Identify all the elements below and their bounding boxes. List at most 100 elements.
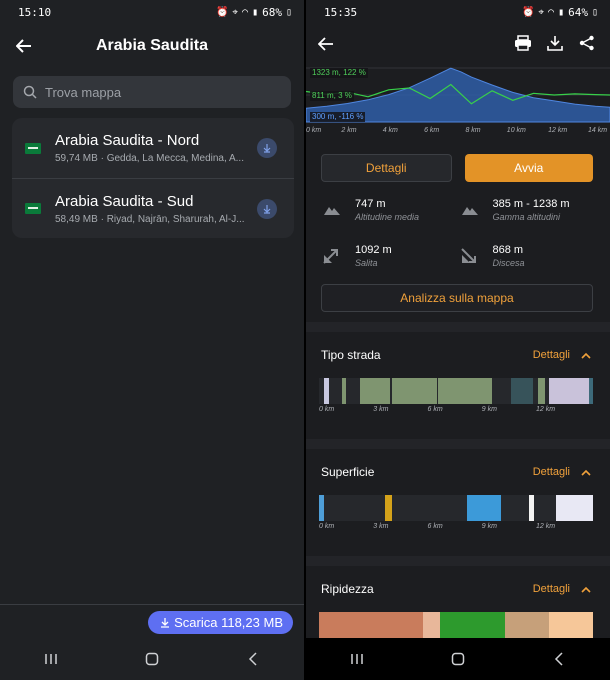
details-button[interactable]: Dettagli: [321, 154, 452, 182]
road-type-bar[interactable]: [319, 378, 593, 404]
share-icon: [579, 35, 594, 51]
chevron-up-icon[interactable]: [580, 466, 592, 478]
bar-segment: [549, 378, 589, 404]
download-gpx-button[interactable]: [544, 32, 566, 54]
battery-icon: ▯: [285, 6, 292, 18]
chevron-up-icon[interactable]: [580, 583, 592, 595]
download-button[interactable]: [257, 138, 277, 158]
descent-icon: [459, 245, 481, 267]
recent-apps-button[interactable]: [337, 644, 377, 674]
download-icon: [547, 36, 563, 51]
bar-tick-label: 12 km: [536, 406, 556, 413]
bar-segment: [466, 495, 502, 521]
section-details-link[interactable]: Dettagli: [533, 466, 570, 478]
chevron-up-icon[interactable]: [580, 349, 592, 361]
start-button[interactable]: Avvia: [464, 154, 593, 182]
home-button[interactable]: [438, 644, 478, 674]
mountain-icon: [321, 199, 343, 221]
search-box[interactable]: [13, 76, 291, 108]
printer-icon: [515, 35, 531, 51]
bar-tick-label: 3 km: [373, 523, 389, 530]
back-nav-button[interactable]: [233, 644, 273, 674]
steepness-bar[interactable]: [319, 612, 593, 638]
x-tick-label: 6 km: [424, 127, 440, 134]
download-all-button[interactable]: Scarica 118,23 MB: [148, 611, 293, 634]
section-details-link[interactable]: Dettagli: [533, 349, 570, 361]
surface-bar[interactable]: [319, 495, 593, 521]
x-tick-label: 12 km: [548, 127, 568, 134]
ascent-icon: [321, 245, 343, 267]
x-tick-label: 4 km: [382, 127, 398, 134]
download-icon: [161, 618, 170, 628]
recent-apps-button[interactable]: [31, 644, 71, 674]
status-time: 15:35: [324, 5, 358, 19]
wifi-icon: ◠: [548, 6, 555, 18]
wifi-icon: ◠: [242, 6, 249, 18]
y-label-min: 300 m, -116 %: [310, 112, 366, 122]
map-list: Arabia Saudita - Nord 59,74 MB · Gedda, …: [12, 118, 294, 238]
x-tick-label: 8 km: [465, 127, 481, 134]
saudi-flag-icon: [25, 142, 41, 154]
home-icon: [451, 652, 465, 666]
battery-icon: ▯: [591, 6, 598, 18]
map-details: 59,74 MB · Gedda, La Mecca, Medina, A...: [55, 153, 244, 164]
location-icon: ⌖: [232, 6, 239, 18]
chevron-left-icon: [249, 652, 257, 666]
stats-grid: 747 m Altitudine media 385 m - 1238 m Ga…: [306, 182, 610, 276]
search-icon: [23, 85, 37, 99]
section-details-link[interactable]: Dettagli: [533, 583, 570, 595]
saudi-flag-icon: [25, 203, 41, 214]
recent-apps-icon: [350, 654, 363, 664]
stat-avg-altitude: 747 m Altitudine media: [321, 190, 459, 230]
arrow-left-icon: [318, 37, 333, 51]
share-button[interactable]: [576, 32, 598, 54]
map-download-screen: 15:10 ⏰ ⌖ ◠ ▮ 68% ▯ Arabia Saudita Arabi: [0, 0, 304, 680]
analyze-on-map-button[interactable]: Analizza sulla mappa: [321, 284, 593, 312]
download-all-label: Scarica 118,23 MB: [174, 615, 283, 630]
x-tick-label: 14 km: [588, 127, 608, 134]
back-nav-button[interactable]: [539, 644, 579, 674]
home-button[interactable]: [132, 644, 172, 674]
stat-value: 385 m - 1238 m: [492, 198, 570, 210]
bar-segment: [556, 495, 593, 521]
section-steepness: Ripidezza Dettagli 0 km3 km6 km9 km12 km: [306, 556, 610, 650]
bar-tick-label: 0 km: [319, 523, 335, 530]
stat-value: 1092 m: [355, 244, 392, 256]
map-details: 58,49 MB · Riyad, Najrān, Sharurah, Al-J…: [55, 213, 245, 225]
stat-value: 868 m: [492, 244, 524, 256]
home-icon: [145, 652, 159, 666]
bar-segment: [505, 612, 550, 638]
recent-apps-icon: [44, 654, 57, 664]
back-button[interactable]: [314, 32, 338, 56]
search-input[interactable]: [45, 84, 275, 100]
section-title: Superficie: [321, 465, 375, 479]
elevation-chart[interactable]: 1323 m, 122 % 811 m, 3 % 300 m, -116 % 0…: [306, 64, 610, 140]
stat-ascent: 1092 m Salita: [321, 236, 459, 276]
bar-segment: [510, 378, 533, 404]
x-axis-ticks: 0 km 2 km 4 km 6 km 8 km 10 km 12 km 14 km: [306, 127, 610, 137]
x-tick-label: 10 km: [506, 127, 526, 134]
bar-segment: [528, 495, 535, 521]
bar-segment: [319, 495, 325, 521]
bar-segment: [438, 378, 492, 404]
download-icon: [263, 204, 271, 214]
print-button[interactable]: [512, 32, 534, 54]
list-item[interactable]: Arabia Saudita - Nord 59,74 MB · Gedda, …: [12, 118, 294, 178]
section-surface: Superficie Dettagli 0 km 3 km 6 km 9 km 12 k…: [306, 439, 610, 556]
chevron-left-icon: [555, 652, 563, 666]
download-icon: [263, 144, 271, 153]
stat-label: Discesa: [492, 258, 525, 268]
battery-level: 64%: [568, 5, 588, 19]
bar-tick-label: 3 km: [373, 406, 389, 413]
back-button[interactable]: [12, 34, 36, 58]
download-button[interactable]: [257, 198, 277, 219]
status-bar: 15:35 ⏰ ⌖ ◠ ▮ 64% ▯: [306, 0, 610, 24]
location-icon: ⌖: [538, 6, 545, 18]
x-tick-label: 0 km: [306, 127, 322, 134]
bar-segment: [360, 378, 391, 404]
bar-segment: [549, 612, 593, 638]
stat-descent: 868 m Discesa: [459, 236, 597, 276]
battery-level: 68%: [262, 5, 282, 19]
list-item[interactable]: Arabia Saudita - Sud 58,49 MB · Riyad, N…: [12, 178, 294, 238]
bar-ticks: 0 km 3 km 6 km 9 km 12 km: [319, 404, 593, 416]
